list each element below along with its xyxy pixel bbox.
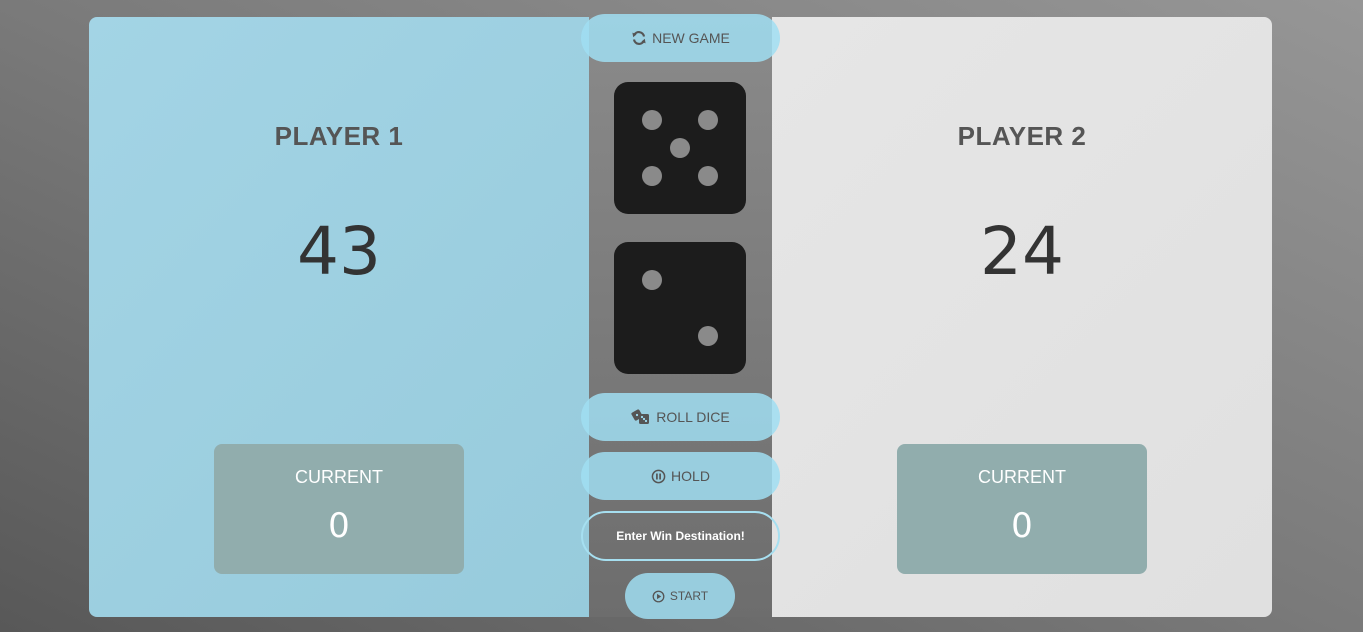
player-1-current-value: 0 — [328, 506, 350, 546]
dice-pip — [642, 110, 662, 130]
player-1-panel: PLAYER 1 43 CURRENT 0 — [89, 17, 589, 617]
player-2-current-label: CURRENT — [978, 467, 1066, 487]
player-1-name: PLAYER 1 — [274, 121, 404, 151]
dice-1 — [614, 82, 746, 214]
roll-dice-button[interactable]: ROLL DICE — [581, 393, 780, 441]
roll-dice-label: ROLL DICE — [656, 409, 730, 425]
player-2-score: 24 — [980, 213, 1064, 290]
player-1-current-label: CURRENT — [295, 467, 383, 487]
dice-pip — [698, 166, 718, 186]
player-1-score: 43 — [297, 213, 381, 290]
dice-pip — [670, 138, 690, 158]
dice-pip — [698, 110, 718, 130]
hold-label: HOLD — [671, 468, 710, 484]
play-circle-icon — [652, 590, 665, 603]
player-2-name: PLAYER 2 — [957, 121, 1087, 151]
new-game-button[interactable]: NEW GAME — [581, 14, 780, 62]
player-2-panel: PLAYER 2 24 CURRENT 0 — [772, 17, 1272, 617]
dice-pip — [642, 166, 662, 186]
player-2-current-value: 0 — [1011, 506, 1033, 546]
new-game-label: NEW GAME — [652, 30, 730, 46]
dice-2 — [614, 242, 746, 374]
start-label: START — [669, 589, 709, 603]
pause-circle-icon — [651, 469, 666, 484]
win-destination-input[interactable] — [581, 511, 780, 561]
hold-button[interactable]: HOLD — [581, 452, 780, 500]
start-button[interactable]: START — [625, 573, 735, 619]
dice-pip — [698, 326, 718, 346]
dice-pip — [642, 270, 662, 290]
refresh-icon — [631, 30, 647, 46]
dice-icon — [631, 409, 651, 425]
player-1-current-box: CURRENT 0 — [214, 444, 464, 574]
player-2-current-box: CURRENT 0 — [897, 444, 1147, 574]
